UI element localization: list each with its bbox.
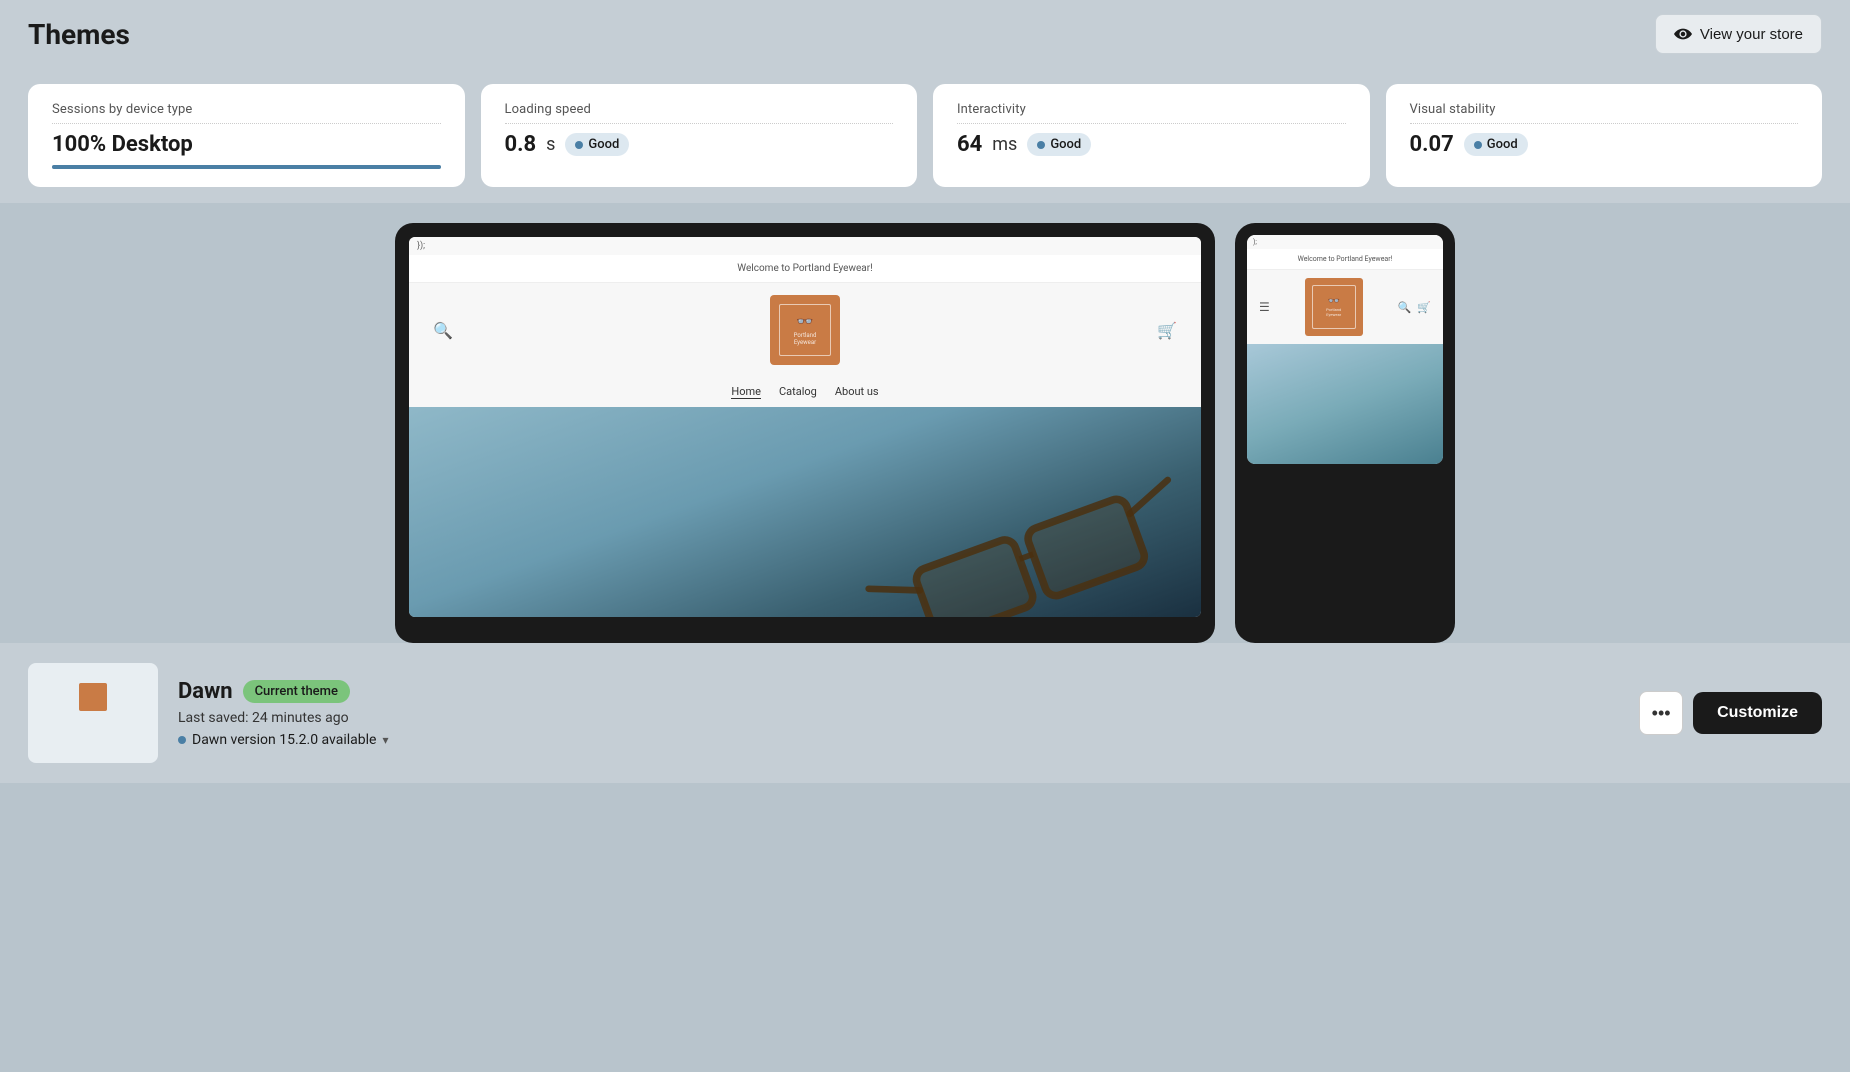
theme-version-row: Dawn version 15.2.0 available ▾: [178, 732, 389, 748]
tablet-hero: [409, 407, 1201, 617]
chevron-down-icon: ▾: [382, 733, 388, 747]
mobile-logo-inner: 👓 PortlandEyewear: [1312, 285, 1356, 329]
version-dot: [178, 736, 186, 744]
stat-label-interactivity: Interactivity: [957, 102, 1346, 117]
ellipsis-icon: •••: [1652, 703, 1671, 724]
stat-unit-interactivity: ms: [992, 134, 1017, 155]
eye-icon: [1674, 25, 1692, 43]
tablet-logo: 👓 Portland Eyewear: [770, 295, 840, 365]
mobile-cart-icon: 🛒: [1417, 301, 1431, 314]
mobile-logo-text: PortlandEyewear: [1326, 308, 1341, 318]
tablet-nav: 🔍 👓 Portland Eyewear 🛒: [409, 283, 1201, 377]
thumb-inner: [28, 663, 158, 763]
theme-saved: Last saved: 24 minutes ago: [178, 710, 389, 726]
mobile-glasses-icon: 👓: [1327, 296, 1339, 307]
tablet-screen: }); Welcome to Portland Eyewear! 🔍 👓 Por…: [409, 237, 1201, 617]
stat-value-interactivity: 64: [957, 132, 982, 157]
mobile-search-icon: 🔍: [1398, 301, 1412, 314]
page-header: Themes View your store: [0, 0, 1850, 68]
tablet-code: });: [409, 237, 1201, 255]
current-theme-badge: Current theme: [243, 680, 350, 703]
view-store-button[interactable]: View your store: [1655, 14, 1822, 54]
page-title: Themes: [28, 18, 130, 51]
stat-card-sessions: Sessions by device type 100% Desktop: [28, 84, 465, 187]
stat-card-stability: Visual stability 0.07 Good: [1386, 84, 1823, 187]
mobile-menu-icon: ☰: [1259, 300, 1270, 314]
sessions-progress-fill: [52, 165, 441, 169]
more-options-button[interactable]: •••: [1639, 691, 1683, 735]
view-store-label: View your store: [1700, 26, 1803, 43]
stat-value-sessions: 100% Desktop: [52, 132, 193, 157]
mobile-icons-right: 🔍 🛒: [1398, 301, 1431, 314]
tablet-topbar: Welcome to Portland Eyewear!: [409, 255, 1201, 283]
customize-button[interactable]: Customize: [1693, 692, 1822, 734]
theme-thumbnail: [28, 663, 158, 763]
stats-row: Sessions by device type 100% Desktop Loa…: [0, 68, 1850, 203]
preview-area: }); Welcome to Portland Eyewear! 🔍 👓 Por…: [0, 203, 1850, 643]
tablet-menu-links: Home Catalog About us: [409, 377, 1201, 407]
search-icon: 🔍: [433, 321, 453, 340]
stat-unit-loading: s: [546, 134, 555, 155]
stat-value-stability: 0.07: [1410, 132, 1454, 157]
mobile-screen: ); Welcome to Portland Eyewear! ☰ 👓 Port…: [1247, 235, 1443, 464]
stat-label-sessions: Sessions by device type: [52, 102, 441, 117]
mobile-hero: [1247, 344, 1443, 464]
mobile-topbar: Welcome to Portland Eyewear!: [1247, 249, 1443, 270]
stat-badge-stability: Good: [1464, 133, 1528, 156]
theme-name: Dawn: [178, 679, 233, 704]
theme-name-row: Dawn Current theme: [178, 679, 389, 704]
badge-dot-stability: [1474, 141, 1482, 149]
theme-info: Dawn Current theme Last saved: 24 minute…: [28, 663, 389, 763]
tablet-logo-inner: 👓 Portland Eyewear: [779, 304, 831, 356]
stat-label-loading: Loading speed: [505, 102, 894, 117]
mobile-code: );: [1247, 235, 1443, 249]
stat-label-stability: Visual stability: [1410, 102, 1799, 117]
stat-value-loading: 0.8: [505, 132, 537, 157]
mobile-nav: ☰ 👓 PortlandEyewear 🔍 🛒: [1247, 270, 1443, 344]
menu-home: Home: [731, 385, 761, 399]
device-mobile: ); Welcome to Portland Eyewear! ☰ 👓 Port…: [1235, 223, 1455, 643]
mobile-logo: 👓 PortlandEyewear: [1305, 278, 1363, 336]
menu-catalog: Catalog: [779, 385, 817, 399]
stat-badge-loading: Good: [565, 133, 629, 156]
logo-text: Portland Eyewear: [794, 332, 817, 346]
device-tablet: }); Welcome to Portland Eyewear! 🔍 👓 Por…: [395, 223, 1215, 643]
glasses-icon: 👓: [796, 314, 813, 330]
version-text: Dawn version 15.2.0 available: [192, 732, 376, 748]
menu-about: About us: [835, 385, 879, 399]
theme-actions: ••• Customize: [1639, 691, 1822, 735]
badge-dot-loading: [575, 141, 583, 149]
thumb-logo: [79, 683, 107, 711]
stat-card-loading: Loading speed 0.8 s Good: [481, 84, 918, 187]
glasses-hero-svg: [821, 407, 1201, 617]
cart-icon: 🛒: [1157, 321, 1177, 340]
stat-card-interactivity: Interactivity 64 ms Good: [933, 84, 1370, 187]
bottom-section: Dawn Current theme Last saved: 24 minute…: [0, 643, 1850, 783]
stat-badge-interactivity: Good: [1027, 133, 1091, 156]
theme-details: Dawn Current theme Last saved: 24 minute…: [178, 679, 389, 748]
sessions-progress-bar: [52, 165, 441, 169]
badge-dot-interactivity: [1037, 141, 1045, 149]
